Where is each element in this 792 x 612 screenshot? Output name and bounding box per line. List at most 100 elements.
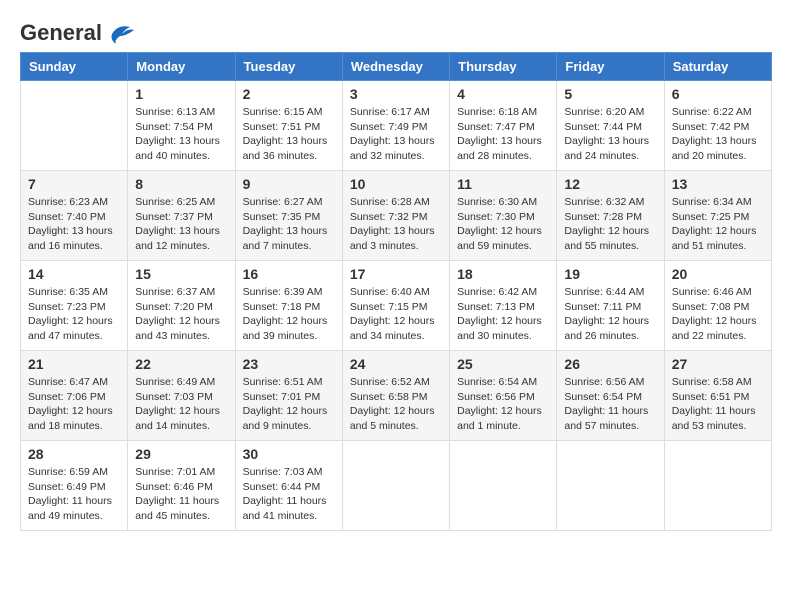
week-row-4: 21 Sunrise: 6:47 AM Sunset: 7:06 PM Dayli… bbox=[21, 351, 772, 441]
day-info: Sunrise: 6:13 AM Sunset: 7:54 PM Dayligh… bbox=[135, 105, 227, 164]
day-number: 30 bbox=[243, 446, 335, 462]
logo: General bbox=[20, 20, 136, 42]
day-number: 1 bbox=[135, 86, 227, 102]
logo-bird-icon bbox=[104, 22, 136, 44]
calendar-cell: 20 Sunrise: 6:46 AM Sunset: 7:08 PM Dayli… bbox=[664, 261, 771, 351]
calendar-cell: 30 Sunrise: 7:03 AM Sunset: 6:44 PM Dayli… bbox=[235, 441, 342, 531]
calendar-cell: 11 Sunrise: 6:30 AM Sunset: 7:30 PM Dayli… bbox=[450, 171, 557, 261]
day-info: Sunrise: 6:17 AM Sunset: 7:49 PM Dayligh… bbox=[350, 105, 442, 164]
calendar-cell: 21 Sunrise: 6:47 AM Sunset: 7:06 PM Dayli… bbox=[21, 351, 128, 441]
calendar-cell: 13 Sunrise: 6:34 AM Sunset: 7:25 PM Dayli… bbox=[664, 171, 771, 261]
calendar-cell bbox=[664, 441, 771, 531]
col-header-tuesday: Tuesday bbox=[235, 53, 342, 81]
day-number: 3 bbox=[350, 86, 442, 102]
day-info: Sunrise: 6:23 AM Sunset: 7:40 PM Dayligh… bbox=[28, 195, 120, 254]
day-info: Sunrise: 6:40 AM Sunset: 7:15 PM Dayligh… bbox=[350, 285, 442, 344]
col-header-thursday: Thursday bbox=[450, 53, 557, 81]
day-number: 17 bbox=[350, 266, 442, 282]
day-info: Sunrise: 6:35 AM Sunset: 7:23 PM Dayligh… bbox=[28, 285, 120, 344]
calendar-cell: 24 Sunrise: 6:52 AM Sunset: 6:58 PM Dayli… bbox=[342, 351, 449, 441]
day-info: Sunrise: 6:42 AM Sunset: 7:13 PM Dayligh… bbox=[457, 285, 549, 344]
calendar-header-row: SundayMondayTuesdayWednesdayThursdayFrid… bbox=[21, 53, 772, 81]
day-number: 10 bbox=[350, 176, 442, 192]
day-number: 29 bbox=[135, 446, 227, 462]
calendar-cell: 29 Sunrise: 7:01 AM Sunset: 6:46 PM Dayli… bbox=[128, 441, 235, 531]
calendar-cell bbox=[21, 81, 128, 171]
day-number: 24 bbox=[350, 356, 442, 372]
day-number: 19 bbox=[564, 266, 656, 282]
day-number: 11 bbox=[457, 176, 549, 192]
col-header-friday: Friday bbox=[557, 53, 664, 81]
day-number: 13 bbox=[672, 176, 764, 192]
calendar-cell: 3 Sunrise: 6:17 AM Sunset: 7:49 PM Daylig… bbox=[342, 81, 449, 171]
page-header: General bbox=[20, 20, 772, 42]
day-number: 20 bbox=[672, 266, 764, 282]
calendar-cell: 22Sunrise: 6:49 AM Sunset: 7:03 PM Dayli… bbox=[128, 351, 235, 441]
calendar-cell: 18 Sunrise: 6:42 AM Sunset: 7:13 PM Dayli… bbox=[450, 261, 557, 351]
calendar-cell: 4Sunrise: 6:18 AM Sunset: 7:47 PM Daylig… bbox=[450, 81, 557, 171]
col-header-wednesday: Wednesday bbox=[342, 53, 449, 81]
day-info: Sunrise: 6:37 AM Sunset: 7:20 PM Dayligh… bbox=[135, 285, 227, 344]
day-info: Sunrise: 6:25 AM Sunset: 7:37 PM Dayligh… bbox=[135, 195, 227, 254]
day-info: Sunrise: 6:47 AM Sunset: 7:06 PM Dayligh… bbox=[28, 375, 120, 434]
day-number: 5 bbox=[564, 86, 656, 102]
calendar-cell: 5 Sunrise: 6:20 AM Sunset: 7:44 PM Daylig… bbox=[557, 81, 664, 171]
day-info: Sunrise: 6:18 AM Sunset: 7:47 PM Dayligh… bbox=[457, 105, 549, 164]
calendar-cell: 2 Sunrise: 6:15 AM Sunset: 7:51 PM Daylig… bbox=[235, 81, 342, 171]
day-number: 26 bbox=[564, 356, 656, 372]
day-number: 15 bbox=[135, 266, 227, 282]
calendar-cell: 26 Sunrise: 6:56 AM Sunset: 6:54 PM Dayli… bbox=[557, 351, 664, 441]
calendar-cell: 12 Sunrise: 6:32 AM Sunset: 7:28 PM Dayli… bbox=[557, 171, 664, 261]
day-number: 2 bbox=[243, 86, 335, 102]
day-info: Sunrise: 7:01 AM Sunset: 6:46 PM Dayligh… bbox=[135, 465, 227, 524]
day-number: 27 bbox=[672, 356, 764, 372]
calendar-cell: 19 Sunrise: 6:44 AM Sunset: 7:11 PM Dayli… bbox=[557, 261, 664, 351]
day-info: Sunrise: 6:30 AM Sunset: 7:30 PM Dayligh… bbox=[457, 195, 549, 254]
calendar-cell bbox=[450, 441, 557, 531]
calendar-cell: 27 Sunrise: 6:58 AM Sunset: 6:51 PM Dayli… bbox=[664, 351, 771, 441]
day-info: Sunrise: 6:39 AM Sunset: 7:18 PM Dayligh… bbox=[243, 285, 335, 344]
day-number: 7 bbox=[28, 176, 120, 192]
calendar-cell: 25Sunrise: 6:54 AM Sunset: 6:56 PM Dayli… bbox=[450, 351, 557, 441]
calendar-cell: 15 Sunrise: 6:37 AM Sunset: 7:20 PM Dayli… bbox=[128, 261, 235, 351]
calendar-table: SundayMondayTuesdayWednesdayThursdayFrid… bbox=[20, 52, 772, 531]
calendar-cell: 16Sunrise: 6:39 AM Sunset: 7:18 PM Dayli… bbox=[235, 261, 342, 351]
calendar-cell: 28 Sunrise: 6:59 AM Sunset: 6:49 PM Dayli… bbox=[21, 441, 128, 531]
day-info: Sunrise: 6:54 AM Sunset: 6:56 PM Dayligh… bbox=[457, 375, 549, 434]
calendar-cell: 6 Sunrise: 6:22 AM Sunset: 7:42 PM Daylig… bbox=[664, 81, 771, 171]
day-number: 21 bbox=[28, 356, 120, 372]
col-header-sunday: Sunday bbox=[21, 53, 128, 81]
calendar-body: 1 Sunrise: 6:13 AM Sunset: 7:54 PM Daylig… bbox=[21, 81, 772, 531]
day-number: 18 bbox=[457, 266, 549, 282]
day-number: 6 bbox=[672, 86, 764, 102]
day-info: Sunrise: 6:27 AM Sunset: 7:35 PM Dayligh… bbox=[243, 195, 335, 254]
day-info: Sunrise: 6:44 AM Sunset: 7:11 PM Dayligh… bbox=[564, 285, 656, 344]
calendar-cell: 1 Sunrise: 6:13 AM Sunset: 7:54 PM Daylig… bbox=[128, 81, 235, 171]
day-info: Sunrise: 6:58 AM Sunset: 6:51 PM Dayligh… bbox=[672, 375, 764, 434]
day-info: Sunrise: 6:46 AM Sunset: 7:08 PM Dayligh… bbox=[672, 285, 764, 344]
calendar-cell: 10 Sunrise: 6:28 AM Sunset: 7:32 PM Dayli… bbox=[342, 171, 449, 261]
week-row-3: 14 Sunrise: 6:35 AM Sunset: 7:23 PM Dayli… bbox=[21, 261, 772, 351]
calendar-cell bbox=[557, 441, 664, 531]
day-info: Sunrise: 7:03 AM Sunset: 6:44 PM Dayligh… bbox=[243, 465, 335, 524]
day-info: Sunrise: 6:52 AM Sunset: 6:58 PM Dayligh… bbox=[350, 375, 442, 434]
day-number: 28 bbox=[28, 446, 120, 462]
day-number: 8 bbox=[135, 176, 227, 192]
day-info: Sunrise: 6:15 AM Sunset: 7:51 PM Dayligh… bbox=[243, 105, 335, 164]
day-number: 12 bbox=[564, 176, 656, 192]
week-row-2: 7 Sunrise: 6:23 AM Sunset: 7:40 PM Daylig… bbox=[21, 171, 772, 261]
day-info: Sunrise: 6:56 AM Sunset: 6:54 PM Dayligh… bbox=[564, 375, 656, 434]
day-number: 14 bbox=[28, 266, 120, 282]
calendar-cell: 14 Sunrise: 6:35 AM Sunset: 7:23 PM Dayli… bbox=[21, 261, 128, 351]
calendar-cell: 17 Sunrise: 6:40 AM Sunset: 7:15 PM Dayli… bbox=[342, 261, 449, 351]
day-info: Sunrise: 6:22 AM Sunset: 7:42 PM Dayligh… bbox=[672, 105, 764, 164]
day-info: Sunrise: 6:28 AM Sunset: 7:32 PM Dayligh… bbox=[350, 195, 442, 254]
day-info: Sunrise: 6:59 AM Sunset: 6:49 PM Dayligh… bbox=[28, 465, 120, 524]
col-header-monday: Monday bbox=[128, 53, 235, 81]
week-row-5: 28 Sunrise: 6:59 AM Sunset: 6:49 PM Dayli… bbox=[21, 441, 772, 531]
day-info: Sunrise: 6:32 AM Sunset: 7:28 PM Dayligh… bbox=[564, 195, 656, 254]
day-info: Sunrise: 6:20 AM Sunset: 7:44 PM Dayligh… bbox=[564, 105, 656, 164]
day-info: Sunrise: 6:34 AM Sunset: 7:25 PM Dayligh… bbox=[672, 195, 764, 254]
calendar-cell: 7 Sunrise: 6:23 AM Sunset: 7:40 PM Daylig… bbox=[21, 171, 128, 261]
col-header-saturday: Saturday bbox=[664, 53, 771, 81]
